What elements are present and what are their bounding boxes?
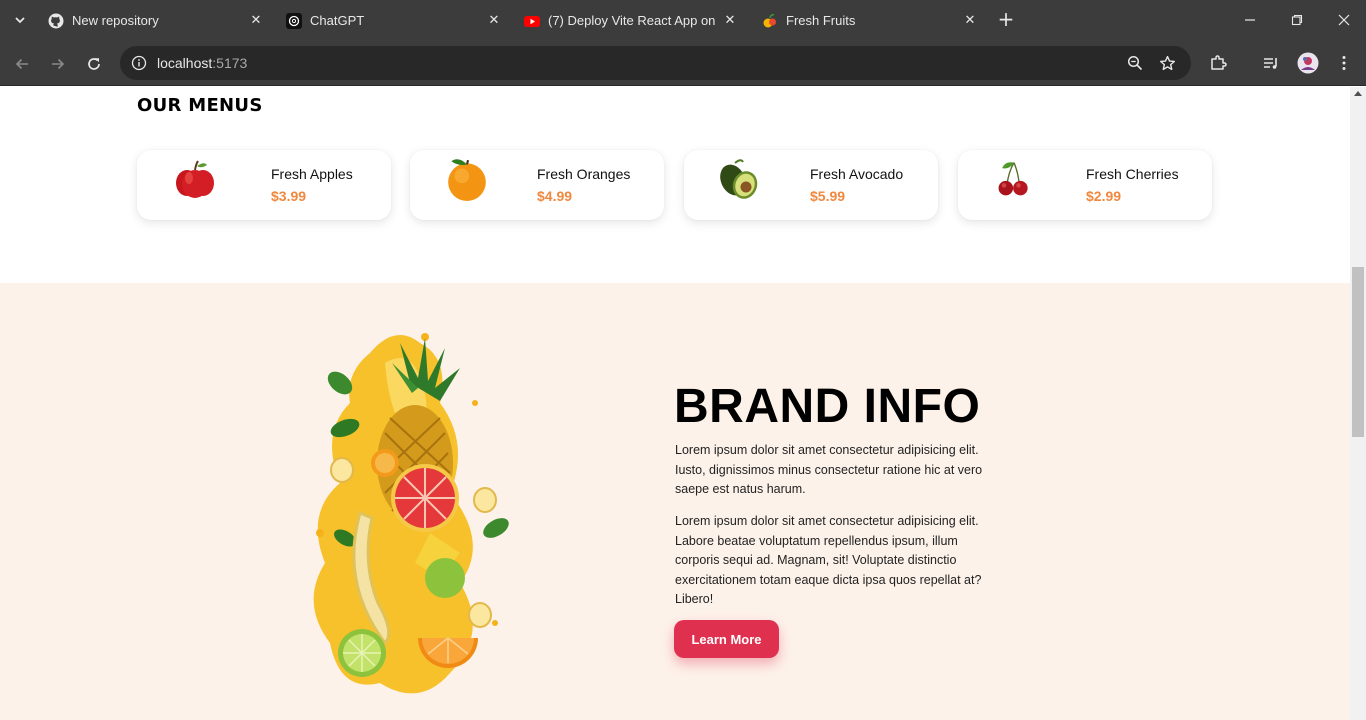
menu-item-price: $4.99 xyxy=(537,188,573,204)
fruit-splash-image xyxy=(313,333,509,694)
scrollbar-thumb[interactable] xyxy=(1352,267,1364,437)
learn-more-button[interactable]: Learn More xyxy=(674,620,779,658)
new-tab-button[interactable]: + xyxy=(996,9,1016,30)
menu-card-oranges[interactable]: Fresh Oranges $4.99 xyxy=(410,150,664,220)
close-icon[interactable]: ✕ xyxy=(722,12,738,28)
menu-card-cherries[interactable]: Fresh Cherries $2.99 xyxy=(958,150,1212,220)
page-viewport: OUR MENUS Fresh Apples $3.99 Fresh Orang… xyxy=(0,87,1350,720)
browser-toolbar: localhost:5173 xyxy=(0,41,1366,86)
tab-title: New repository xyxy=(72,13,159,28)
more-vert-icon xyxy=(1342,56,1346,70)
menu-item-price: $5.99 xyxy=(810,188,846,204)
arrow-right-icon xyxy=(52,58,65,70)
close-icon[interactable]: ✕ xyxy=(486,12,502,28)
close-icon[interactable]: ✕ xyxy=(962,12,978,28)
youtube-icon xyxy=(524,13,540,29)
tab-strip: New repository ✕ ChatGPT ✕ (7) Deploy Vi… xyxy=(0,0,1366,41)
brand-title: BRAND INFO xyxy=(674,380,981,433)
github-icon xyxy=(48,13,64,29)
brand-paragraph-1: Lorem ipsum dolor sit amet consectetur a… xyxy=(675,443,983,496)
close-icon[interactable]: ✕ xyxy=(248,12,264,28)
restore-button[interactable] xyxy=(1287,10,1307,30)
browser-menu-button[interactable] xyxy=(1333,52,1355,74)
tab-chatgpt[interactable]: ChatGPT ✕ xyxy=(286,6,502,35)
reload-icon xyxy=(88,58,100,70)
fruit-icon xyxy=(762,13,778,29)
back-button[interactable] xyxy=(10,52,34,76)
close-icon xyxy=(1338,14,1350,26)
extensions-button[interactable] xyxy=(1207,52,1229,74)
page-scrollbar[interactable] xyxy=(1350,87,1366,720)
media-control-button[interactable] xyxy=(1260,52,1282,74)
cherries-icon xyxy=(998,162,1028,196)
zoom-button[interactable] xyxy=(1126,54,1144,72)
menu-item-name: Fresh Avocado xyxy=(810,166,904,182)
avatar-icon xyxy=(1297,52,1319,74)
tab-title: Fresh Fruits xyxy=(786,13,856,28)
url-host: localhost xyxy=(157,55,213,71)
brand-section: BRAND INFO Lorem ipsum dolor sit amet co… xyxy=(0,283,1350,720)
window-close-button[interactable] xyxy=(1334,10,1354,30)
menu-card-apples[interactable]: Fresh Apples $3.99 xyxy=(137,150,391,220)
menu-item-name: Fresh Apples xyxy=(271,166,353,182)
menu-card-avocado[interactable]: Fresh Avocado $5.99 xyxy=(684,150,938,220)
restore-icon xyxy=(1291,14,1303,26)
media-queue-icon xyxy=(1264,58,1277,69)
brand-paragraph-2: Lorem ipsum dolor sit amet consectetur a… xyxy=(675,514,982,606)
orange-icon xyxy=(448,159,486,201)
info-icon xyxy=(131,55,147,71)
minimize-icon xyxy=(1245,19,1255,21)
scroll-up-arrow[interactable] xyxy=(1354,91,1362,96)
menu-cards: Fresh Apples $3.99 Fresh Oranges $4.99 F… xyxy=(137,150,1217,220)
site-info-button[interactable] xyxy=(129,53,149,73)
chevron-down-icon xyxy=(15,17,25,24)
tab-title: (7) Deploy Vite React App on Gi xyxy=(548,13,716,28)
url-text[interactable]: localhost:5173 xyxy=(157,55,247,71)
menu-item-price: $3.99 xyxy=(271,188,307,204)
tab-fresh-fruits[interactable]: Fresh Fruits ✕ xyxy=(762,6,978,35)
star-icon xyxy=(1159,55,1175,70)
puzzle-icon xyxy=(1211,55,1227,70)
menu-item-name: Fresh Cherries xyxy=(1086,166,1179,182)
minimize-button[interactable] xyxy=(1240,10,1260,30)
bookmark-button[interactable] xyxy=(1158,54,1176,72)
url-port: :5173 xyxy=(212,55,248,71)
tab-new-repository[interactable]: New repository ✕ xyxy=(48,6,264,35)
zoom-out-icon xyxy=(1127,55,1143,71)
address-bar[interactable]: localhost:5173 xyxy=(120,46,1191,80)
tab-search-button[interactable] xyxy=(8,9,32,31)
menus-heading: OUR MENUS xyxy=(137,95,263,116)
arrow-left-icon xyxy=(15,58,28,70)
apple-icon xyxy=(176,160,214,198)
menu-item-name: Fresh Oranges xyxy=(537,166,631,182)
menu-item-price: $2.99 xyxy=(1086,188,1122,204)
avocado-icon xyxy=(720,159,758,199)
reload-button[interactable] xyxy=(82,52,106,76)
tab-deploy-vite[interactable]: (7) Deploy Vite React App on Gi ✕ xyxy=(524,6,738,35)
tab-title: ChatGPT xyxy=(310,13,365,28)
profile-avatar[interactable] xyxy=(1297,52,1319,74)
chatgpt-icon xyxy=(286,12,302,29)
forward-button[interactable] xyxy=(46,52,70,76)
